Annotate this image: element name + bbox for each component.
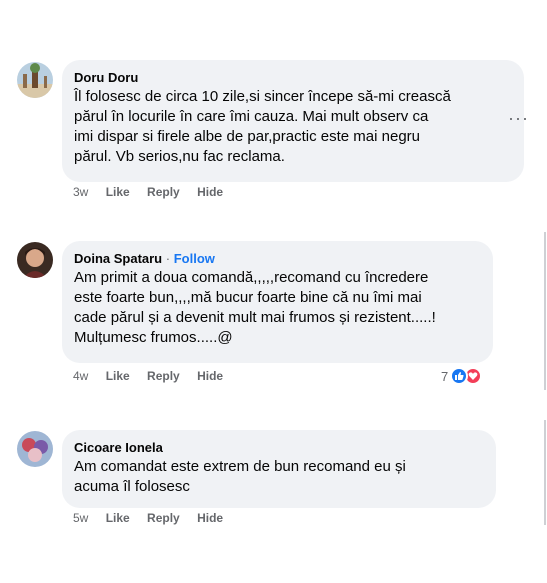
comment-timestamp[interactable]: 3w [73,185,88,199]
comment-author[interactable]: Doina Spataru [74,251,162,266]
avatar[interactable] [17,62,53,98]
reaction-summary[interactable]: 7 [441,367,483,385]
hide-button[interactable]: Hide [197,185,223,199]
comment-text: Am primit a doua comandă,,,,,recomand cu… [74,269,436,346]
more-options-icon[interactable]: ··· [508,108,529,129]
reply-button[interactable]: Reply [147,511,180,525]
comment-author-line: Doina Spataru · Follow [74,250,481,267]
hide-button[interactable]: Hide [197,511,223,525]
comment-actions: 4w Like Reply Hide [73,368,237,384]
comment-actions: 3w Like Reply Hide [73,184,237,200]
like-button[interactable]: Like [106,185,130,199]
comment-author[interactable]: Doru Doru [74,69,512,86]
comment-timestamp[interactable]: 4w [73,369,88,383]
reply-button[interactable]: Reply [147,185,180,199]
comment-bubble: Cicoare Ionela Am comandat este extrem d… [62,430,496,508]
comment-text: Îl folosesc de circa 10 zile,si sincer î… [74,88,451,165]
comment-bubble: Doina Spataru · Follow Am primit a doua … [62,241,493,363]
follow-button[interactable]: Follow [174,251,215,266]
like-button[interactable]: Like [106,369,130,383]
hide-button[interactable]: Hide [197,369,223,383]
like-icon [450,367,469,385]
comment-timestamp[interactable]: 5w [73,511,88,525]
comment-actions: 5w Like Reply Hide [73,510,237,526]
separator-dot: · [165,251,171,266]
avatar[interactable] [17,242,53,278]
reaction-count: 7 [441,368,449,384]
like-button[interactable]: Like [106,511,130,525]
thread-line [544,232,546,390]
comment-bubble: Doru Doru Îl folosesc de circa 10 zile,s… [62,60,524,182]
comment-text: Am comandat este extrem de bun recomand … [74,458,406,495]
comment-author[interactable]: Cicoare Ionela [74,439,484,456]
avatar[interactable] [17,431,53,467]
reply-button[interactable]: Reply [147,369,180,383]
thread-line [544,420,546,525]
